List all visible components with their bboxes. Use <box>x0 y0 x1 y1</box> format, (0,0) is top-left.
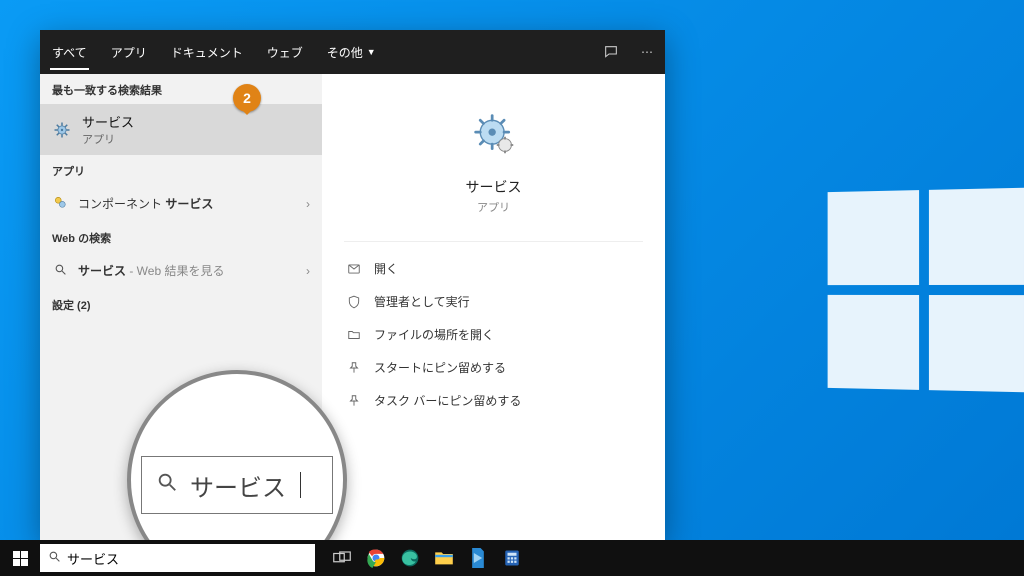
result-label: サービス - Web 結果を見る <box>78 262 224 279</box>
services-gear-icon-large <box>472 112 516 163</box>
chevron-right-icon: › <box>306 264 310 278</box>
section-best-match: 最も一致する検索結果 <box>40 74 322 104</box>
result-best-match[interactable]: サービス アプリ <box>40 104 322 155</box>
desktop: すべて アプリ ドキュメント ウェブ その他 ▼ ⋯ 最も一致する検索結果 <box>0 0 1024 576</box>
text-caret <box>300 472 301 498</box>
tab-documents[interactable]: ドキュメント <box>159 30 255 74</box>
taskbar-app-edge[interactable] <box>397 545 423 571</box>
tab-apps[interactable]: アプリ <box>99 30 159 74</box>
action-pin-to-start[interactable]: スタートにピン留めする <box>344 351 643 384</box>
windows-logo-wallpaper <box>828 188 1024 392</box>
services-gear-icon <box>52 120 72 140</box>
windows-icon <box>13 551 28 566</box>
action-open-file-location[interactable]: ファイルの場所を開く <box>344 318 643 351</box>
more-icon[interactable]: ⋯ <box>629 45 665 59</box>
search-icon <box>52 263 68 279</box>
tab-more[interactable]: その他 ▼ <box>315 30 388 74</box>
taskbar <box>0 540 1024 576</box>
pin-icon <box>346 394 362 408</box>
component-services-icon <box>52 195 68 212</box>
action-run-as-admin[interactable]: 管理者として実行 <box>344 285 643 318</box>
chevron-right-icon: › <box>306 197 310 211</box>
result-component-services[interactable]: コンポーネント サービス › <box>40 185 322 222</box>
search-icon <box>48 550 61 566</box>
result-web-search[interactable]: サービス - Web 結果を見る › <box>40 252 322 289</box>
search-icon <box>156 471 178 500</box>
result-label: コンポーネント サービス <box>78 195 213 212</box>
section-apps: アプリ <box>40 155 322 185</box>
action-open[interactable]: 開く <box>344 252 643 285</box>
preview-subtitle: アプリ <box>477 199 510 215</box>
shield-icon <box>346 295 362 309</box>
zoom-search-text: サービス <box>190 468 286 503</box>
result-preview: サービス アプリ 開く 管理者として実行 <box>322 74 665 540</box>
taskbar-app-generic-1[interactable] <box>465 545 491 571</box>
section-settings: 設定 (2) <box>40 289 322 319</box>
best-match-subtitle: アプリ <box>82 131 134 147</box>
taskbar-app-chrome[interactable] <box>363 545 389 571</box>
section-web: Web の検索 <box>40 222 322 252</box>
tab-web[interactable]: ウェブ <box>255 30 315 74</box>
folder-icon <box>346 328 362 342</box>
chevron-down-icon: ▼ <box>367 47 376 57</box>
best-match-title: サービス <box>82 112 134 131</box>
search-input[interactable] <box>67 551 307 566</box>
task-view-icon[interactable] <box>329 545 355 571</box>
tab-all[interactable]: すべて <box>40 30 99 74</box>
annotation-marker-2: 2 <box>233 84 261 112</box>
preview-title: サービス <box>466 177 522 197</box>
open-icon <box>346 262 362 276</box>
pin-icon <box>346 361 362 375</box>
feedback-icon[interactable] <box>593 44 629 60</box>
start-button[interactable] <box>0 540 40 576</box>
search-tabs: すべて アプリ ドキュメント ウェブ その他 ▼ ⋯ <box>40 30 665 74</box>
taskbar-app-calculator[interactable] <box>499 545 525 571</box>
taskbar-search-box[interactable] <box>40 544 315 572</box>
taskbar-app-explorer[interactable] <box>431 545 457 571</box>
action-pin-to-taskbar[interactable]: タスク バーにピン留めする <box>344 384 643 417</box>
